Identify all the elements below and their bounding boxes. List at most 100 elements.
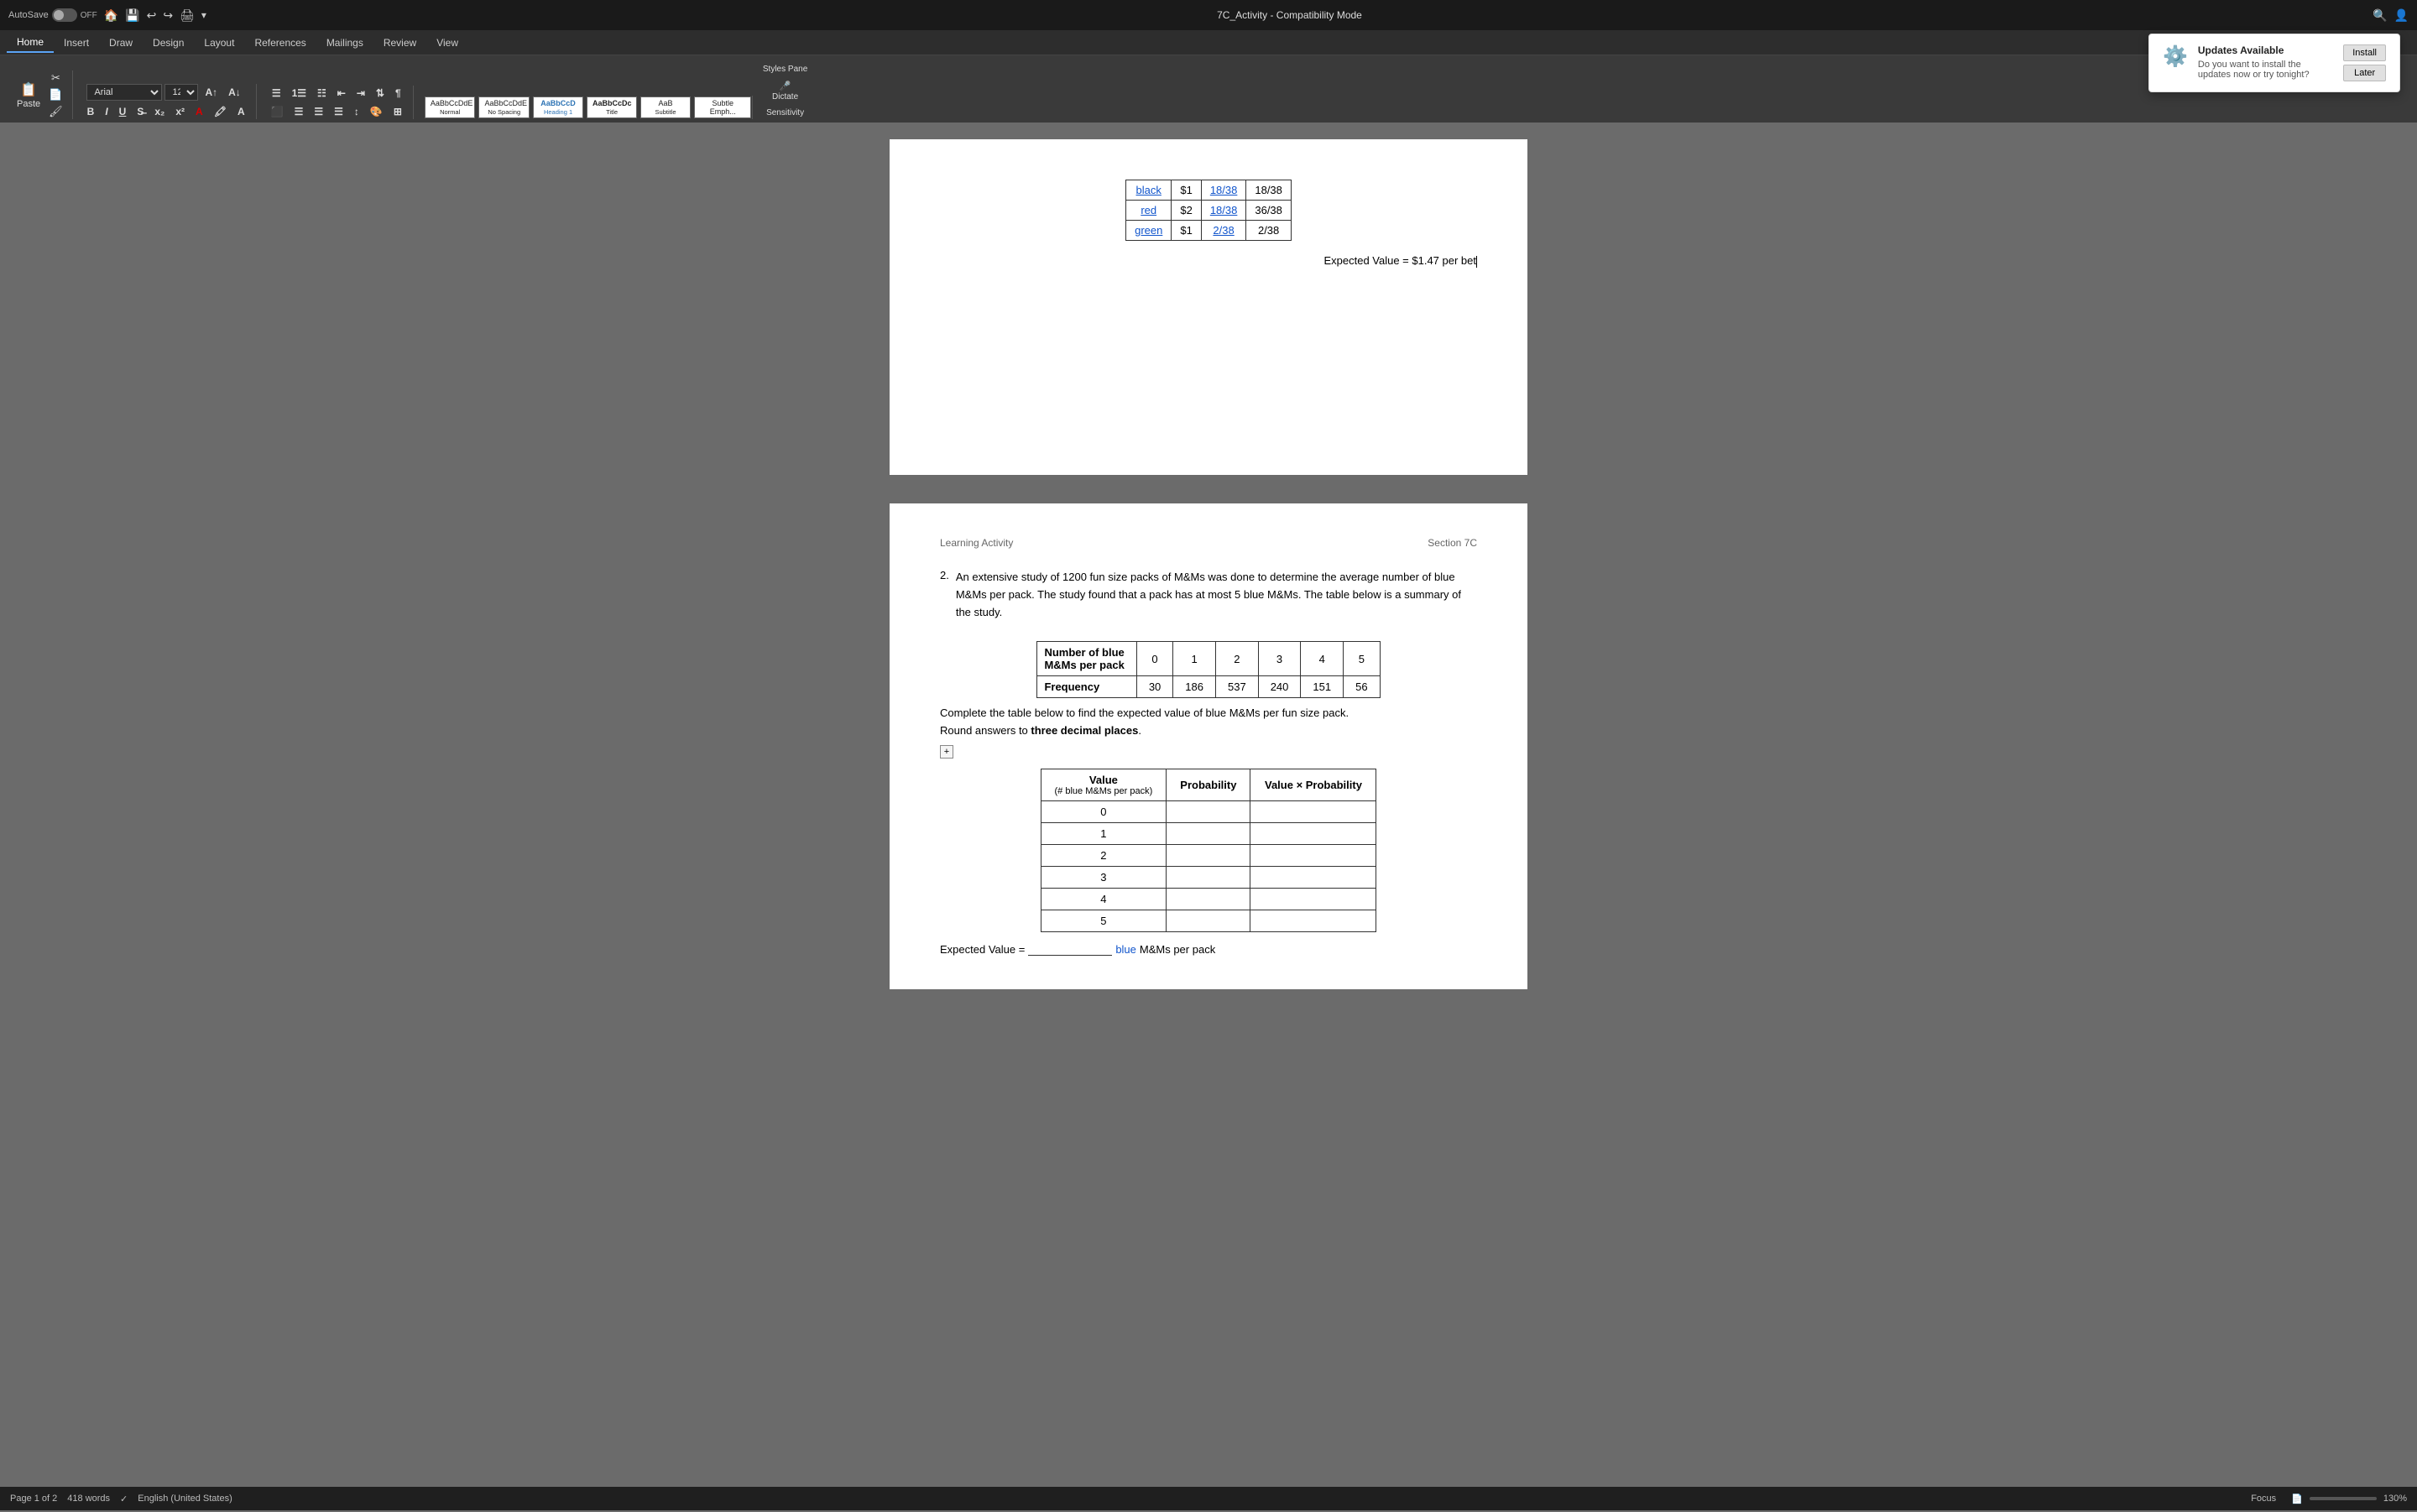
- print-icon[interactable]: 🖨: [180, 8, 195, 23]
- tab-home[interactable]: Home: [7, 33, 54, 53]
- numbering-button[interactable]: 1☰: [288, 86, 311, 101]
- autosave-toggle[interactable]: [52, 8, 77, 22]
- font-grow-button[interactable]: A↑: [201, 85, 222, 100]
- prob-input-4[interactable]: [1167, 889, 1250, 910]
- table-row: 3: [1041, 867, 1376, 889]
- accessibility-icon[interactable]: ✓: [120, 1494, 128, 1504]
- cut-button[interactable]: ✂: [46, 70, 65, 86]
- notification-icon: ⚙️: [2163, 44, 2188, 69]
- shading-button[interactable]: 🎨: [366, 104, 387, 119]
- tab-layout[interactable]: Layout: [194, 34, 244, 52]
- style-subtitle[interactable]: AaBSubtitle: [640, 96, 691, 118]
- sensitivity-button[interactable]: Sensitivity: [763, 107, 807, 119]
- round-prefix: Round answers to: [940, 724, 1031, 737]
- color-red-link[interactable]: red: [1141, 204, 1156, 216]
- col-4: 4: [1301, 642, 1344, 676]
- strikethrough-button[interactable]: S̶: [133, 104, 148, 119]
- prob-input-2[interactable]: [1167, 845, 1250, 867]
- format-painter-button[interactable]: 🖌: [46, 104, 65, 119]
- text-effects-button[interactable]: A: [233, 104, 249, 119]
- styles-pane-button[interactable]: Styles Pane: [760, 63, 811, 76]
- prob-black-link[interactable]: 18/38: [1210, 184, 1238, 196]
- align-center-button[interactable]: ☰: [290, 104, 308, 119]
- vp-black: 18/38: [1246, 180, 1292, 201]
- italic-button[interactable]: I: [101, 104, 112, 119]
- install-button[interactable]: Install: [2343, 44, 2386, 61]
- highlight-button[interactable]: 🖍: [210, 104, 231, 119]
- color-black-link[interactable]: black: [1136, 184, 1162, 196]
- freq-1: 186: [1173, 676, 1216, 698]
- style-title[interactable]: AaBbCcDcTitle: [587, 96, 637, 118]
- instruction-text: Complete the table below to find the exp…: [940, 706, 1477, 719]
- color-green-link[interactable]: green: [1135, 224, 1162, 237]
- increase-indent-button[interactable]: ⇥: [352, 86, 369, 101]
- page-2[interactable]: Learning Activity Section 7C 2. An exten…: [890, 503, 1527, 989]
- align-left-button[interactable]: ⬛: [267, 104, 288, 119]
- prob-input-5[interactable]: [1167, 910, 1250, 932]
- prob-red-link[interactable]: 18/38: [1210, 204, 1238, 216]
- tab-design[interactable]: Design: [143, 34, 194, 52]
- subscript-button[interactable]: x₂: [150, 104, 169, 119]
- add-table-button[interactable]: +: [940, 745, 953, 759]
- font-name-selector[interactable]: Arial: [86, 84, 162, 101]
- ev-blank[interactable]: [1028, 942, 1112, 956]
- justify-button[interactable]: ☰: [330, 104, 347, 119]
- complete-table: Value (# blue M&Ms per pack) Probability…: [1041, 769, 1377, 932]
- prob-input-0[interactable]: [1167, 801, 1250, 823]
- focus-button[interactable]: Focus: [2242, 1491, 2284, 1506]
- align-right-button[interactable]: ☰: [310, 104, 327, 119]
- bold-button[interactable]: B: [83, 104, 99, 119]
- document-area: black $1 18/38 18/38 red $2 18/38 36/38 …: [0, 123, 2417, 1512]
- vp-input-5[interactable]: [1250, 910, 1376, 932]
- ribbon-styles: AaBbCcDdENormal AaBbCcDdENo Spacing AaBb…: [417, 96, 753, 119]
- vp-input-0[interactable]: [1250, 801, 1376, 823]
- decrease-indent-button[interactable]: ⇤: [333, 86, 350, 101]
- copy-button[interactable]: 📄: [46, 87, 65, 102]
- search-icon[interactable]: 🔍: [2373, 8, 2387, 23]
- line-spacing-button[interactable]: ↕: [350, 104, 363, 119]
- undo-icon[interactable]: ↩: [147, 8, 157, 23]
- paste-button[interactable]: 📋 Paste: [13, 80, 44, 111]
- underline-button[interactable]: U: [115, 104, 131, 119]
- expected-value-2-line: Expected Value = blue M&Ms per pack: [940, 942, 1477, 956]
- superscript-button[interactable]: x²: [171, 104, 189, 119]
- font-size-selector[interactable]: 12: [164, 84, 198, 101]
- vp-input-2[interactable]: [1250, 845, 1376, 867]
- autosave-control[interactable]: AutoSave OFF: [8, 8, 97, 22]
- table-row: 0: [1041, 801, 1376, 823]
- view-icons: 📄: [2291, 1494, 2303, 1504]
- dictate-button[interactable]: 🎤 Dictate: [769, 79, 801, 103]
- autosave-knob: [54, 10, 64, 20]
- sort-button[interactable]: ⇅: [372, 86, 389, 101]
- tab-insert[interactable]: Insert: [54, 34, 99, 52]
- zoom-slider[interactable]: [2310, 1497, 2377, 1500]
- vp-input-3[interactable]: [1250, 867, 1376, 889]
- vp-input-1[interactable]: [1250, 823, 1376, 845]
- tab-references[interactable]: References: [244, 34, 316, 52]
- show-formatting-button[interactable]: ¶: [391, 86, 405, 101]
- font-shrink-button[interactable]: A↓: [224, 85, 245, 100]
- problem-2-container: 2. An extensive study of 1200 fun size p…: [940, 569, 1477, 631]
- style-no-spacing[interactable]: AaBbCcDdENo Spacing: [478, 96, 530, 118]
- multilevel-button[interactable]: ☷: [313, 86, 331, 101]
- tab-view[interactable]: View: [426, 34, 468, 52]
- prob-input-3[interactable]: [1167, 867, 1250, 889]
- save-icon[interactable]: 💾: [125, 8, 139, 23]
- bullets-button[interactable]: ☰: [268, 86, 285, 101]
- later-button[interactable]: Later: [2343, 65, 2386, 81]
- dropdown-icon[interactable]: ▾: [201, 9, 206, 21]
- style-heading1[interactable]: AaBbCcDHeading 1: [533, 96, 583, 118]
- tab-review[interactable]: Review: [373, 34, 426, 52]
- style-normal[interactable]: AaBbCcDdENormal: [425, 96, 476, 118]
- val-3: 3: [1041, 867, 1167, 889]
- vp-input-4[interactable]: [1250, 889, 1376, 910]
- font-color-button[interactable]: A: [191, 104, 207, 119]
- redo-icon[interactable]: ↪: [163, 8, 173, 23]
- prob-input-1[interactable]: [1167, 823, 1250, 845]
- account-icon[interactable]: 👤: [2394, 8, 2409, 23]
- tab-mailings[interactable]: Mailings: [316, 34, 373, 52]
- tab-draw[interactable]: Draw: [99, 34, 143, 52]
- borders-button[interactable]: ⊞: [389, 104, 406, 119]
- prob-green-link[interactable]: 2/38: [1213, 224, 1234, 237]
- style-subtle-emph[interactable]: Subtle Emph...: [694, 96, 751, 118]
